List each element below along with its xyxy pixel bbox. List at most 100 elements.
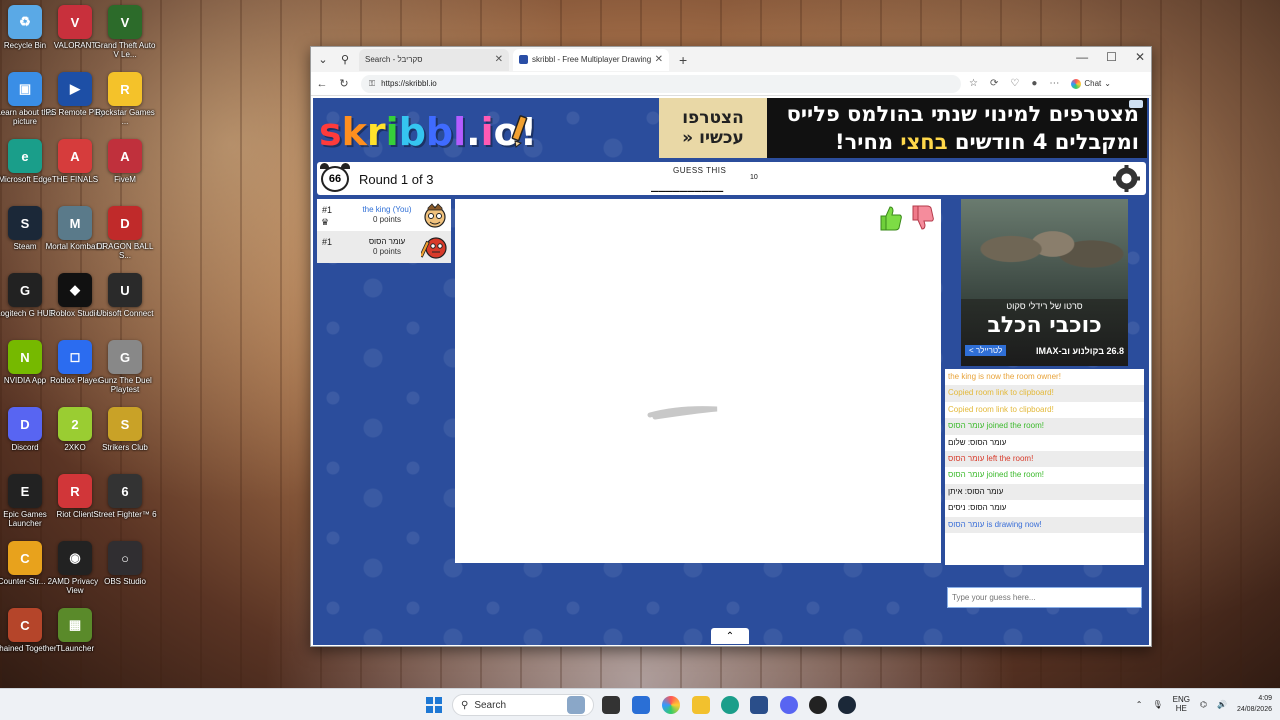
edge-taskbar-icon[interactable] <box>721 696 739 714</box>
steam-taskbar-icon[interactable] <box>838 696 856 714</box>
roblox-player-icon: ◻ <box>58 340 92 374</box>
guess-input[interactable] <box>947 587 1142 608</box>
skribbl-favicon-icon <box>519 55 528 64</box>
file-explorer-icon[interactable] <box>692 696 710 714</box>
epic-games-icon: E <box>8 474 42 508</box>
desktop-shortcut[interactable]: ▣ Learn about this picture <box>0 72 54 134</box>
discord-taskbar-icon[interactable] <box>780 696 798 714</box>
desktop-shortcut[interactable]: U Ubisoft Connect <box>97 273 153 335</box>
favorite-star-icon[interactable]: ☆ <box>969 78 978 89</box>
gta-icon: V <box>108 5 142 39</box>
word-length: 10 <box>750 174 758 181</box>
desktop-shortcut[interactable]: D Discord <box>0 407 53 469</box>
microphone-icon[interactable]: 🎙 <box>1153 700 1163 709</box>
desktop-shortcut[interactable]: ▦ TLauncher <box>47 608 103 670</box>
ad-join-button[interactable]: הצטרפו עכשיו « <box>659 98 767 158</box>
volume-icon[interactable]: 🔊 <box>1217 700 1227 709</box>
task-view-icon[interactable] <box>602 696 620 714</box>
logo-letter: i <box>385 110 399 154</box>
top-ad-banner[interactable]: הצטרפו עכשיו « מצטרפים למינוי שנתי בהולמ… <box>659 98 1147 158</box>
site-info-icon[interactable]: ⚿ <box>369 79 375 89</box>
copilot-taskbar-icon[interactable] <box>662 696 680 714</box>
desktop-shortcut[interactable]: R Riot Client <box>47 474 103 536</box>
player-row[interactable]: #1 ♛ the king (You) 0 points <box>317 199 451 231</box>
chat-text: Copied room link to clipboard! <box>948 388 1054 398</box>
chat-text: Copied room link to clipboard! <box>948 404 1054 414</box>
logo-letter: k <box>341 110 367 154</box>
adchoices-icon[interactable] <box>1129 100 1143 108</box>
windows-start-icon[interactable] <box>426 697 442 713</box>
copilot-chat-button[interactable]: Chat ⌄ <box>1071 78 1111 89</box>
desktop-shortcut[interactable]: S Strikers Club <box>97 407 153 469</box>
desktop-shortcut[interactable]: E Epic Games Launcher <box>0 474 53 536</box>
minimize-button[interactable]: — <box>1076 50 1088 64</box>
desktop-shortcut[interactable]: A THE FINALS <box>47 139 103 201</box>
close-tab-icon[interactable]: ✕ <box>495 54 503 65</box>
scroll-up-button[interactable]: ⌃ <box>711 628 749 644</box>
trailer-button[interactable]: לטריילר > <box>965 345 1007 356</box>
close-window-button[interactable]: ✕ <box>1135 50 1145 64</box>
desktop-shortcut-label: Strikers Club <box>102 443 148 452</box>
player-row[interactable]: #1 עומר הסוס 0 points <box>317 231 451 263</box>
desktop-shortcut[interactable]: ◉ AMD Privacy View <box>47 541 103 603</box>
tray-overflow-icon[interactable]: ⌃ <box>1136 700 1143 709</box>
desktop-shortcut[interactable]: A FiveM <box>97 139 153 201</box>
player-list: #1 ♛ the king (You) 0 points #1 עומר הסו… <box>317 199 451 263</box>
thumbs-down-icon[interactable] <box>907 203 937 233</box>
close-tab-icon[interactable]: ✕ <box>655 54 663 65</box>
tab-actions-icon[interactable]: ⌄ <box>313 50 333 70</box>
more-menu-icon[interactable]: ⋯ <box>1049 78 1059 89</box>
favorites-icon[interactable]: ♡ <box>1010 78 1019 89</box>
ad-join-line2: עכשיו <box>699 128 744 148</box>
desktop-shortcut[interactable]: CChained Together <box>0 608 57 670</box>
desktop-shortcut-label: Gunz The Duel Playtest <box>98 376 152 394</box>
drawing-stroke <box>647 406 718 420</box>
thumbs-up-icon[interactable] <box>875 203 905 233</box>
back-icon[interactable]: ← <box>311 78 333 90</box>
url-field[interactable]: ⚿ https://skribbl.io <box>361 74 961 93</box>
obs-icon: ○ <box>108 541 142 575</box>
input-language[interactable]: ENG HE <box>1173 695 1190 713</box>
desktop-shortcut[interactable]: ◆ Roblox Studio <box>47 273 103 335</box>
dragon-ball-icon: D <box>108 206 142 240</box>
desktop-shortcut[interactable]: V Grand Theft Auto V Le... <box>95 5 155 67</box>
riot-taskbar-icon[interactable] <box>809 696 827 714</box>
ad-join-line1: הצטרפו <box>682 108 744 128</box>
network-icon[interactable]: ⌬ <box>1200 700 1207 709</box>
desktop-shortcut[interactable]: D DRAGON BALL S... <box>97 206 153 268</box>
profile-avatar-icon[interactable]: ● <box>1031 78 1037 89</box>
skribbl-logo[interactable]: skribbl.io! <box>319 110 537 154</box>
desktop-shortcut[interactable]: G Logitech G HUB <box>0 273 54 335</box>
search-tabs-icon[interactable]: ⚲ <box>335 50 355 70</box>
refresh-icon[interactable]: ↻ <box>333 77 355 90</box>
skribbl-page: skribbl.io! הצטרפו עכשיו « מצטרפים למינו… <box>313 98 1149 645</box>
desktop-shortcut[interactable]: ♻ Recycle Bin <box>0 5 53 67</box>
tab-skribbl[interactable]: skribbl - Free Multiplayer Drawing ✕ <box>513 48 669 71</box>
logo-letter: r <box>366 110 386 154</box>
chat-text: is drawing now! <box>984 519 1042 529</box>
news-widget-icon[interactable] <box>567 696 585 714</box>
new-tab-button[interactable]: + <box>679 52 687 68</box>
desktop-shortcut[interactable]: S Steam <box>0 206 53 268</box>
extensions-icon[interactable]: ⟳ <box>990 78 998 89</box>
side-ad-poster[interactable]: סרטו של רידלי סקוט כוכבי הכלב 26.8 בקולנ… <box>961 199 1128 366</box>
drawing-canvas[interactable] <box>455 199 941 563</box>
logo-letter: . <box>466 110 481 154</box>
taskbar-clock[interactable]: 4:09 24/08/2026 <box>1237 693 1272 715</box>
lang-top: ENG <box>1172 695 1190 704</box>
desktop-shortcut[interactable]: R Rockstar Games ... <box>95 72 155 134</box>
maximize-button[interactable]: ☐ <box>1106 50 1117 64</box>
avatar <box>424 203 446 228</box>
store-icon[interactable] <box>750 696 768 714</box>
tab-search[interactable]: Search - סקריבל ✕ <box>359 48 509 71</box>
settings-gear-icon[interactable] <box>1113 165 1140 192</box>
desktop-icons: ♻ Recycle Bin V VALORANT V Grand Theft Auto V… <box>0 0 160 690</box>
desktop-shortcut[interactable]: N NVIDIA App <box>0 340 53 402</box>
copilot-icon <box>1071 78 1082 89</box>
desktop-shortcut[interactable]: G Gunz The Duel Playtest <box>97 340 153 402</box>
desktop-shortcut[interactable]: e Microsoft Edge <box>0 139 53 201</box>
desktop-shortcut[interactable]: 2 2XKO <box>47 407 103 469</box>
desktop-shortcut[interactable]: 6 Street Fighter™ 6 <box>93 474 157 536</box>
mail-icon[interactable] <box>632 696 650 714</box>
desktop-shortcut[interactable]: ○ OBS Studio <box>97 541 153 603</box>
